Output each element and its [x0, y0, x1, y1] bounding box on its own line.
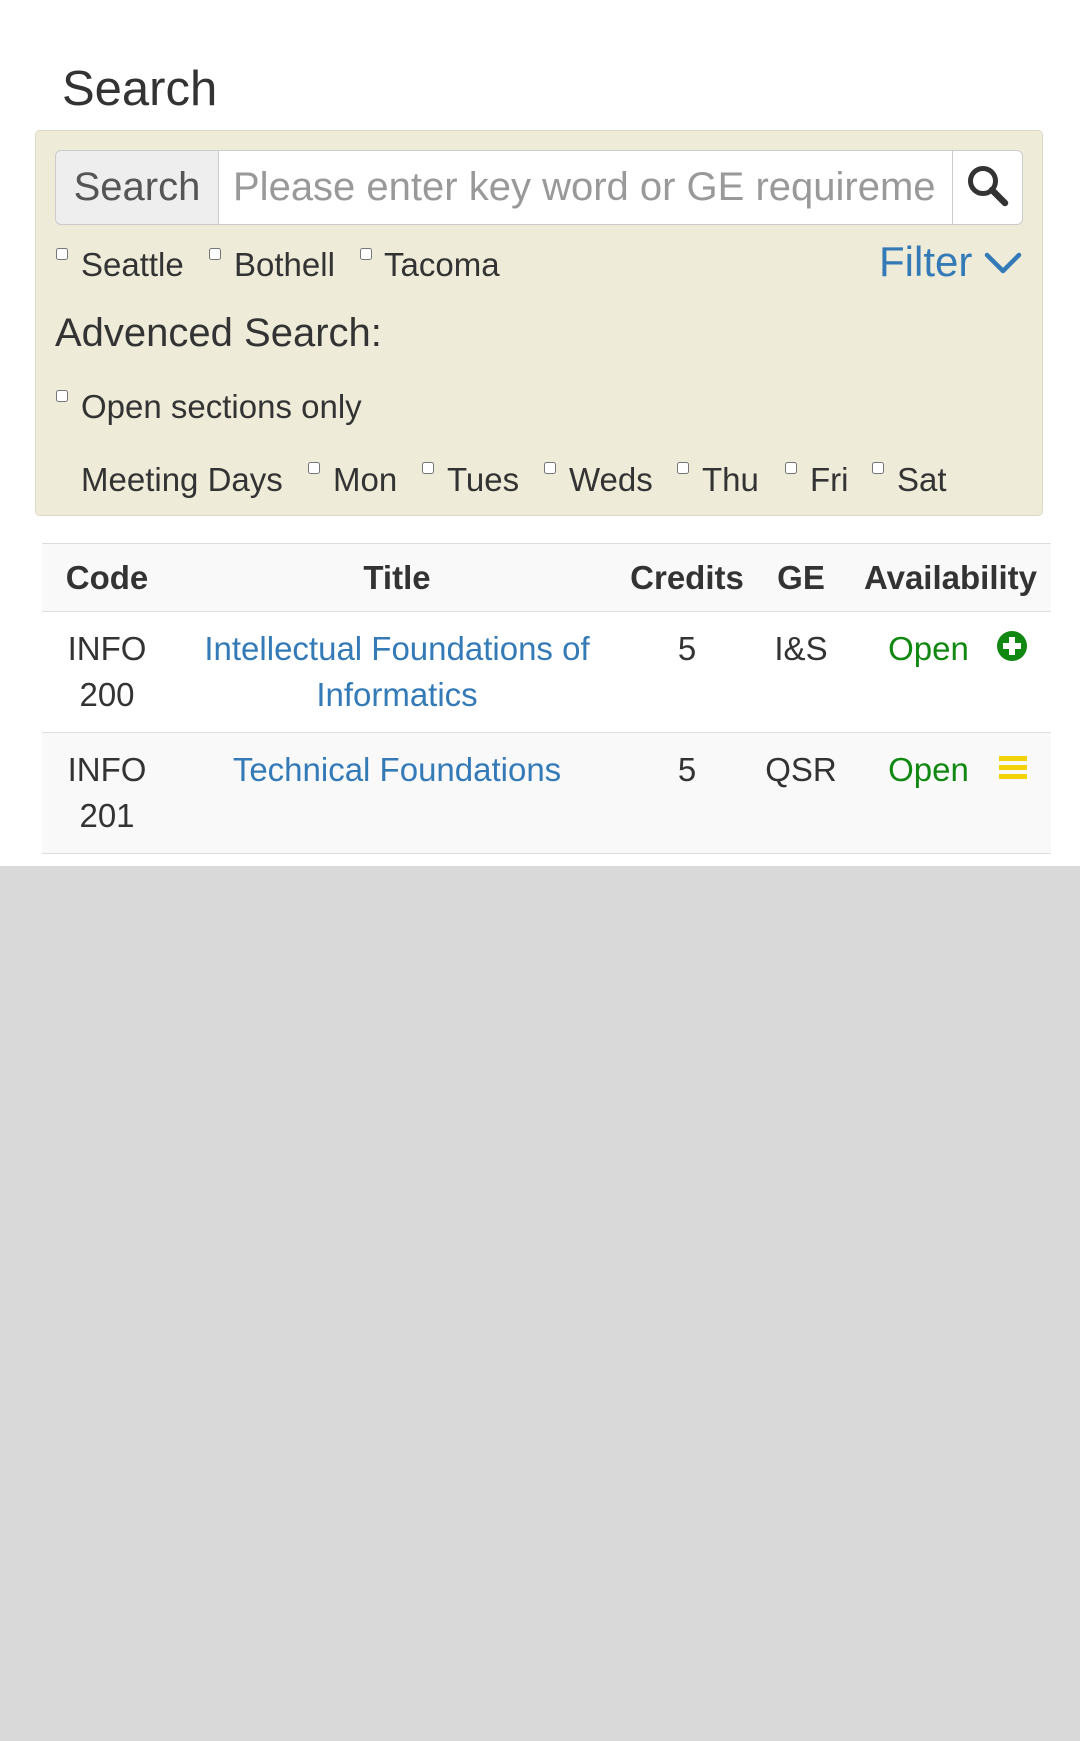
course-ge: QSR: [752, 732, 850, 854]
day-checkbox-fri[interactable]: [785, 462, 797, 474]
meeting-days-label: Meeting Days: [81, 461, 283, 498]
course-code-cell: INFO 201: [42, 732, 172, 854]
campus-label-seattle: Seattle: [81, 246, 184, 283]
search-input[interactable]: [219, 150, 952, 225]
course-code-number: 201: [79, 797, 135, 834]
course-credits: 5: [622, 732, 752, 854]
column-header-code: Code: [42, 543, 172, 612]
course-title-cell: Technical Foundations: [172, 732, 622, 854]
course-title-link[interactable]: Technical Foundations: [233, 751, 561, 788]
menu-icon[interactable]: [998, 749, 1028, 795]
availability-status: Open: [888, 630, 969, 667]
day-checkbox-sat[interactable]: [872, 462, 884, 474]
day-checkbox-weds[interactable]: [544, 462, 556, 474]
day-label-mon: Mon: [333, 461, 398, 498]
page-content: Search Search Seattle Bothell Tacoma Fil…: [0, 0, 1080, 866]
table-row: INFO 201 Technical Foundations 5 QSR Ope…: [42, 732, 1051, 854]
course-title-cell: Intellectual Foundations of Informatics: [172, 611, 622, 733]
course-credits: 5: [622, 611, 752, 733]
campus-checkbox-bothell[interactable]: [209, 248, 221, 260]
column-header-credits: Credits: [622, 543, 752, 612]
chevron-down-icon: [972, 237, 1022, 287]
course-code-dept: INFO: [67, 630, 147, 667]
day-checkbox-tues[interactable]: [422, 462, 434, 474]
open-sections-label: Open sections only: [81, 388, 362, 425]
campus-checkbox-tacoma[interactable]: [360, 248, 372, 260]
column-header-title: Title: [172, 543, 622, 612]
table-header-row: Code Title Credits GE Availability: [42, 543, 1051, 612]
course-title-link[interactable]: Intellectual Foundations of Informatics: [204, 630, 589, 713]
search-icon: [966, 164, 1010, 211]
column-header-ge: GE: [752, 543, 850, 612]
campus-label-bothell: Bothell: [234, 246, 335, 283]
course-results-table: Code Title Credits GE Availability INFO …: [42, 543, 1051, 854]
advanced-search-title: Advenced Search:: [55, 311, 382, 355]
search-input-group: Search: [55, 150, 1023, 225]
day-checkbox-thu[interactable]: [677, 462, 689, 474]
availability-status: Open: [888, 751, 969, 788]
day-label-tues: Tues: [447, 461, 520, 498]
open-sections-checkbox[interactable]: [56, 390, 68, 402]
course-code-cell: INFO 200: [42, 611, 172, 733]
day-label-thu: Thu: [702, 461, 759, 498]
filter-label: Filter: [879, 238, 973, 285]
search-addon-label: Search: [55, 150, 219, 225]
table-row: INFO 200 Intellectual Foundations of Inf…: [42, 611, 1051, 733]
column-header-availability: Availability: [850, 543, 1051, 612]
campus-label-tacoma: Tacoma: [384, 246, 500, 283]
filter-toggle[interactable]: Filter: [879, 237, 1022, 287]
campus-checkbox-seattle[interactable]: [56, 248, 68, 260]
page-title: Search: [62, 62, 218, 116]
search-button[interactable]: [952, 150, 1023, 225]
day-checkbox-mon[interactable]: [308, 462, 320, 474]
course-availability-cell: Open: [850, 732, 1051, 854]
search-panel: Search Seattle Bothell Tacoma Filter: [35, 130, 1043, 516]
course-code-number: 200: [79, 676, 135, 713]
course-availability-cell: Open: [850, 611, 1051, 733]
course-ge: I&S: [752, 611, 850, 733]
day-label-sat: Sat: [897, 461, 947, 498]
course-code-dept: INFO: [67, 751, 147, 788]
day-label-fri: Fri: [810, 461, 849, 498]
plus-circle-icon[interactable]: [996, 628, 1028, 674]
day-label-weds: Weds: [569, 461, 653, 498]
